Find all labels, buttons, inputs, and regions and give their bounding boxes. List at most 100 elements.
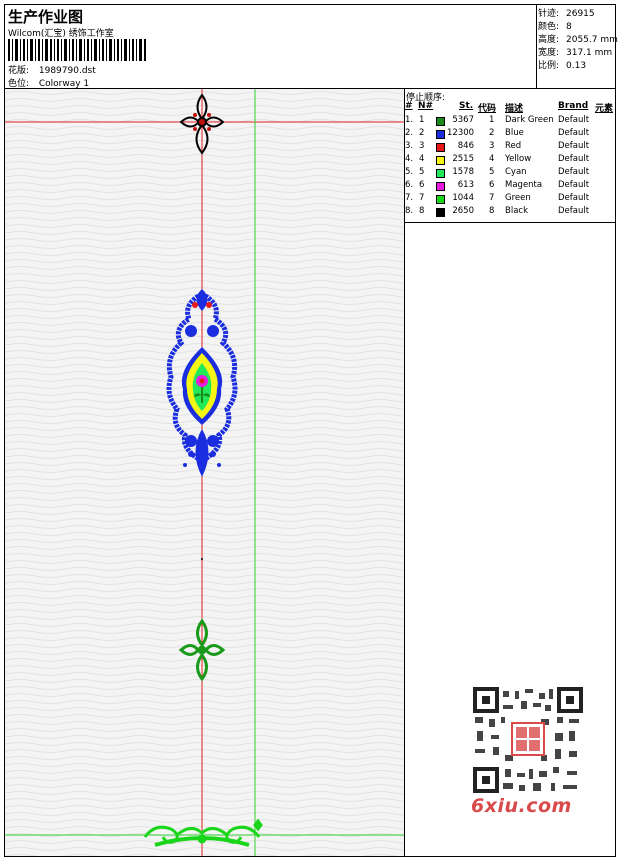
design-file-row: 花版: 1989790.dst <box>8 63 96 76</box>
column-header-description: 描述 <box>505 104 524 114</box>
row-stitches: 1044 <box>452 193 474 203</box>
row-stitches: 12300 <box>447 128 475 138</box>
row-brand: Default <box>558 180 590 190</box>
stat-stitches: 针迹: 26915 <box>538 6 595 19</box>
table-divider <box>405 222 615 223</box>
row-index: 7. <box>405 193 414 203</box>
row-stitches: 846 <box>457 141 474 151</box>
qr-code-icon <box>473 687 583 793</box>
column-header-stitches: St. <box>459 101 474 111</box>
stat-width: 宽度: 317.1 mm <box>538 45 612 58</box>
row-code: 1 <box>489 115 495 125</box>
stat-label: 比例: <box>538 61 560 71</box>
design-file-name: 1989790.dst <box>38 66 96 76</box>
color-swatch <box>436 169 445 178</box>
table-row: 3. 3 846 3 Red Default <box>405 141 615 154</box>
row-index: 3. <box>405 141 414 151</box>
color-swatch <box>436 143 445 152</box>
row-code: 5 <box>489 167 495 177</box>
table-row: 1. 1 5367 1 Dark Green Default <box>405 115 615 128</box>
table-row: 6. 6 613 6 Magenta Default <box>405 180 615 193</box>
barcode-icon <box>8 39 146 61</box>
column-header-element: 元素 <box>595 104 614 114</box>
colorway-name: Colorway 1 <box>38 79 90 89</box>
row-description: Red <box>505 141 522 151</box>
color-swatch <box>436 117 445 126</box>
row-index: 6. <box>405 180 414 190</box>
row-description: Blue <box>505 128 524 138</box>
stat-label: 宽度: <box>538 48 560 58</box>
table-row: 4. 4 2515 4 Yellow Default <box>405 154 615 167</box>
stat-height: 高度: 2055.7 mm <box>538 32 618 45</box>
stat-label: 颜色: <box>538 22 560 32</box>
watermark-text: 6xiu.com <box>471 795 572 817</box>
column-header-index: # <box>405 101 413 111</box>
stat-value: 0.13 <box>566 61 587 71</box>
stop-sequence-panel: 停止顺序: # N# St. 代码 描述 Brand 元素 1. 1 5367 1 Da… <box>405 89 615 856</box>
color-swatch <box>436 156 445 165</box>
row-code: 3 <box>489 141 495 151</box>
row-code: 4 <box>489 154 495 164</box>
column-header-needle: N# <box>418 101 434 111</box>
row-index: 5. <box>405 167 414 177</box>
table-row: 7. 7 1044 7 Green Default <box>405 193 615 206</box>
row-needle: 1 <box>419 115 425 125</box>
row-needle: 8 <box>419 206 425 216</box>
row-index: 8. <box>405 206 414 216</box>
column-header-brand: Brand <box>558 101 589 111</box>
stat-label: 针迹: <box>538 9 560 19</box>
row-stitches: 613 <box>457 180 474 190</box>
design-label: 花版: <box>8 66 30 76</box>
row-description: Black <box>505 206 528 216</box>
row-code: 7 <box>489 193 495 203</box>
stat-scale: 比例: 0.13 <box>538 58 586 71</box>
table-row: 5. 5 1578 5 Cyan Default <box>405 167 615 180</box>
table-row: 8. 8 2650 8 Black Default <box>405 206 615 219</box>
row-index: 4. <box>405 154 414 164</box>
row-brand: Default <box>558 154 590 164</box>
row-needle: 5 <box>419 167 425 177</box>
column-header-code: 代码 <box>478 104 497 114</box>
stat-label: 高度: <box>538 35 560 45</box>
qr-code <box>471 685 585 795</box>
row-description: Cyan <box>505 167 527 177</box>
design-stats: 针迹: 26915 颜色: 8 高度: 2055.7 mm 宽度: 317.1 mm 比… <box>537 5 618 89</box>
row-code: 2 <box>489 128 495 138</box>
color-swatch <box>436 195 445 204</box>
row-needle: 7 <box>419 193 425 203</box>
row-needle: 6 <box>419 180 425 190</box>
stat-value: 2055.7 mm <box>566 35 618 45</box>
row-stitches: 2650 <box>452 206 474 216</box>
page-title: 生产作业图 <box>8 8 84 26</box>
color-swatch <box>436 182 445 191</box>
row-brand: Default <box>558 115 590 125</box>
header-block: 生产作业图 Wilcom(汇宝) 绣饰工作室 花版: 1989790.dst 色… <box>5 5 537 89</box>
row-brand: Default <box>558 206 590 216</box>
row-brand: Default <box>558 141 590 151</box>
row-stitches: 2515 <box>452 154 474 164</box>
row-brand: Default <box>558 193 590 203</box>
stat-value: 26915 <box>566 9 595 19</box>
worksheet-frame: 生产作业图 Wilcom(汇宝) 绣饰工作室 花版: 1989790.dst 色… <box>4 4 618 857</box>
row-description: Magenta <box>505 180 543 190</box>
row-code: 6 <box>489 180 495 190</box>
row-description: Yellow <box>505 154 532 164</box>
software-subtitle: Wilcom(汇宝) 绣饰工作室 <box>8 29 114 39</box>
row-needle: 3 <box>419 141 425 151</box>
row-description: Dark Green <box>505 115 554 125</box>
color-swatch <box>436 208 445 217</box>
color-swatch <box>436 130 445 139</box>
row-stitches: 1578 <box>452 167 474 177</box>
embroidery-design-canvas <box>5 89 404 856</box>
row-stitches: 5367 <box>452 115 474 125</box>
stat-colors: 颜色: 8 <box>538 19 572 32</box>
table-row: 2. 2 12300 2 Blue Default <box>405 128 615 141</box>
stat-value: 317.1 mm <box>566 48 613 58</box>
stat-value: 8 <box>566 22 572 32</box>
row-needle: 4 <box>419 154 425 164</box>
row-description: Green <box>505 193 531 203</box>
row-brand: Default <box>558 128 590 138</box>
row-index: 1. <box>405 115 414 125</box>
row-needle: 2 <box>419 128 425 138</box>
row-code: 8 <box>489 206 495 216</box>
